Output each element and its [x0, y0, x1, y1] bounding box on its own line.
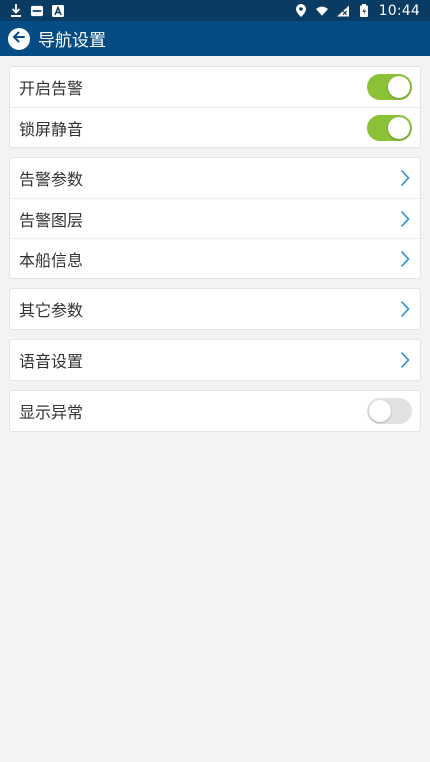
- chevron-right-icon: [398, 168, 412, 188]
- back-arrow-icon: [11, 29, 27, 49]
- chevron-right-icon: [398, 350, 412, 370]
- setting-label: 告警参数: [19, 170, 84, 189]
- toggle-knob: [388, 76, 410, 98]
- hms-icon: [31, 5, 43, 17]
- chevron-right-icon: [398, 299, 412, 319]
- setting-ship-info[interactable]: 本船信息: [10, 238, 420, 278]
- a-icon: [52, 4, 64, 17]
- battery-icon: [358, 4, 370, 17]
- settings-group-alarm: 开启告警 锁屏静音: [9, 66, 421, 148]
- setting-lockscreen-mute[interactable]: 锁屏静音: [10, 107, 420, 147]
- setting-label: 本船信息: [19, 250, 84, 270]
- settings-group-other: 其它参数: [9, 288, 421, 330]
- setting-label: 其它参数: [19, 301, 84, 320]
- enable-alarm-toggle[interactable]: [367, 74, 412, 100]
- status-bar-right: 10:44: [295, 3, 420, 19]
- setting-label: 开启告警: [19, 79, 84, 98]
- settings-group-voice: 语音设置: [9, 339, 421, 381]
- settings-group-display: 显示异常: [9, 390, 421, 432]
- setting-label: 告警图层: [19, 210, 84, 230]
- status-bar-left: [10, 4, 64, 17]
- setting-voice[interactable]: 语音设置: [10, 340, 420, 380]
- toggle-knob: [369, 400, 391, 422]
- toggle-knob: [388, 116, 410, 139]
- chevron-right-icon: [398, 209, 412, 229]
- back-button[interactable]: [8, 27, 30, 50]
- setting-show-anomaly[interactable]: 显示异常: [10, 391, 420, 431]
- location-icon: [295, 4, 307, 17]
- setting-label: 显示异常: [19, 403, 84, 422]
- setting-label: 语音设置: [19, 352, 84, 371]
- status-time: 10:44: [378, 2, 420, 19]
- app-bar: 导航设置: [0, 21, 430, 56]
- signal-icon: [336, 4, 349, 17]
- wifi-icon: [315, 5, 328, 17]
- download-icon: [10, 4, 22, 17]
- lockscreen-mute-toggle[interactable]: [367, 114, 412, 141]
- setting-label: 锁屏静音: [19, 119, 84, 139]
- status-bar: 10:44: [0, 0, 430, 21]
- chevron-right-icon: [398, 249, 412, 269]
- settings-list: 开启告警 锁屏静音 告警参数 告警图层 本船信息 其它参数 语音设置 显示异常: [0, 56, 430, 451]
- settings-group-params: 告警参数 告警图层 本船信息: [9, 157, 421, 279]
- page-title: 导航设置: [38, 31, 106, 51]
- setting-alarm-params[interactable]: 告警参数: [10, 158, 420, 198]
- setting-enable-alarm[interactable]: 开启告警: [10, 67, 420, 107]
- setting-other-params[interactable]: 其它参数: [10, 289, 420, 329]
- setting-alarm-layers[interactable]: 告警图层: [10, 198, 420, 238]
- show-anomaly-toggle[interactable]: [367, 398, 412, 424]
